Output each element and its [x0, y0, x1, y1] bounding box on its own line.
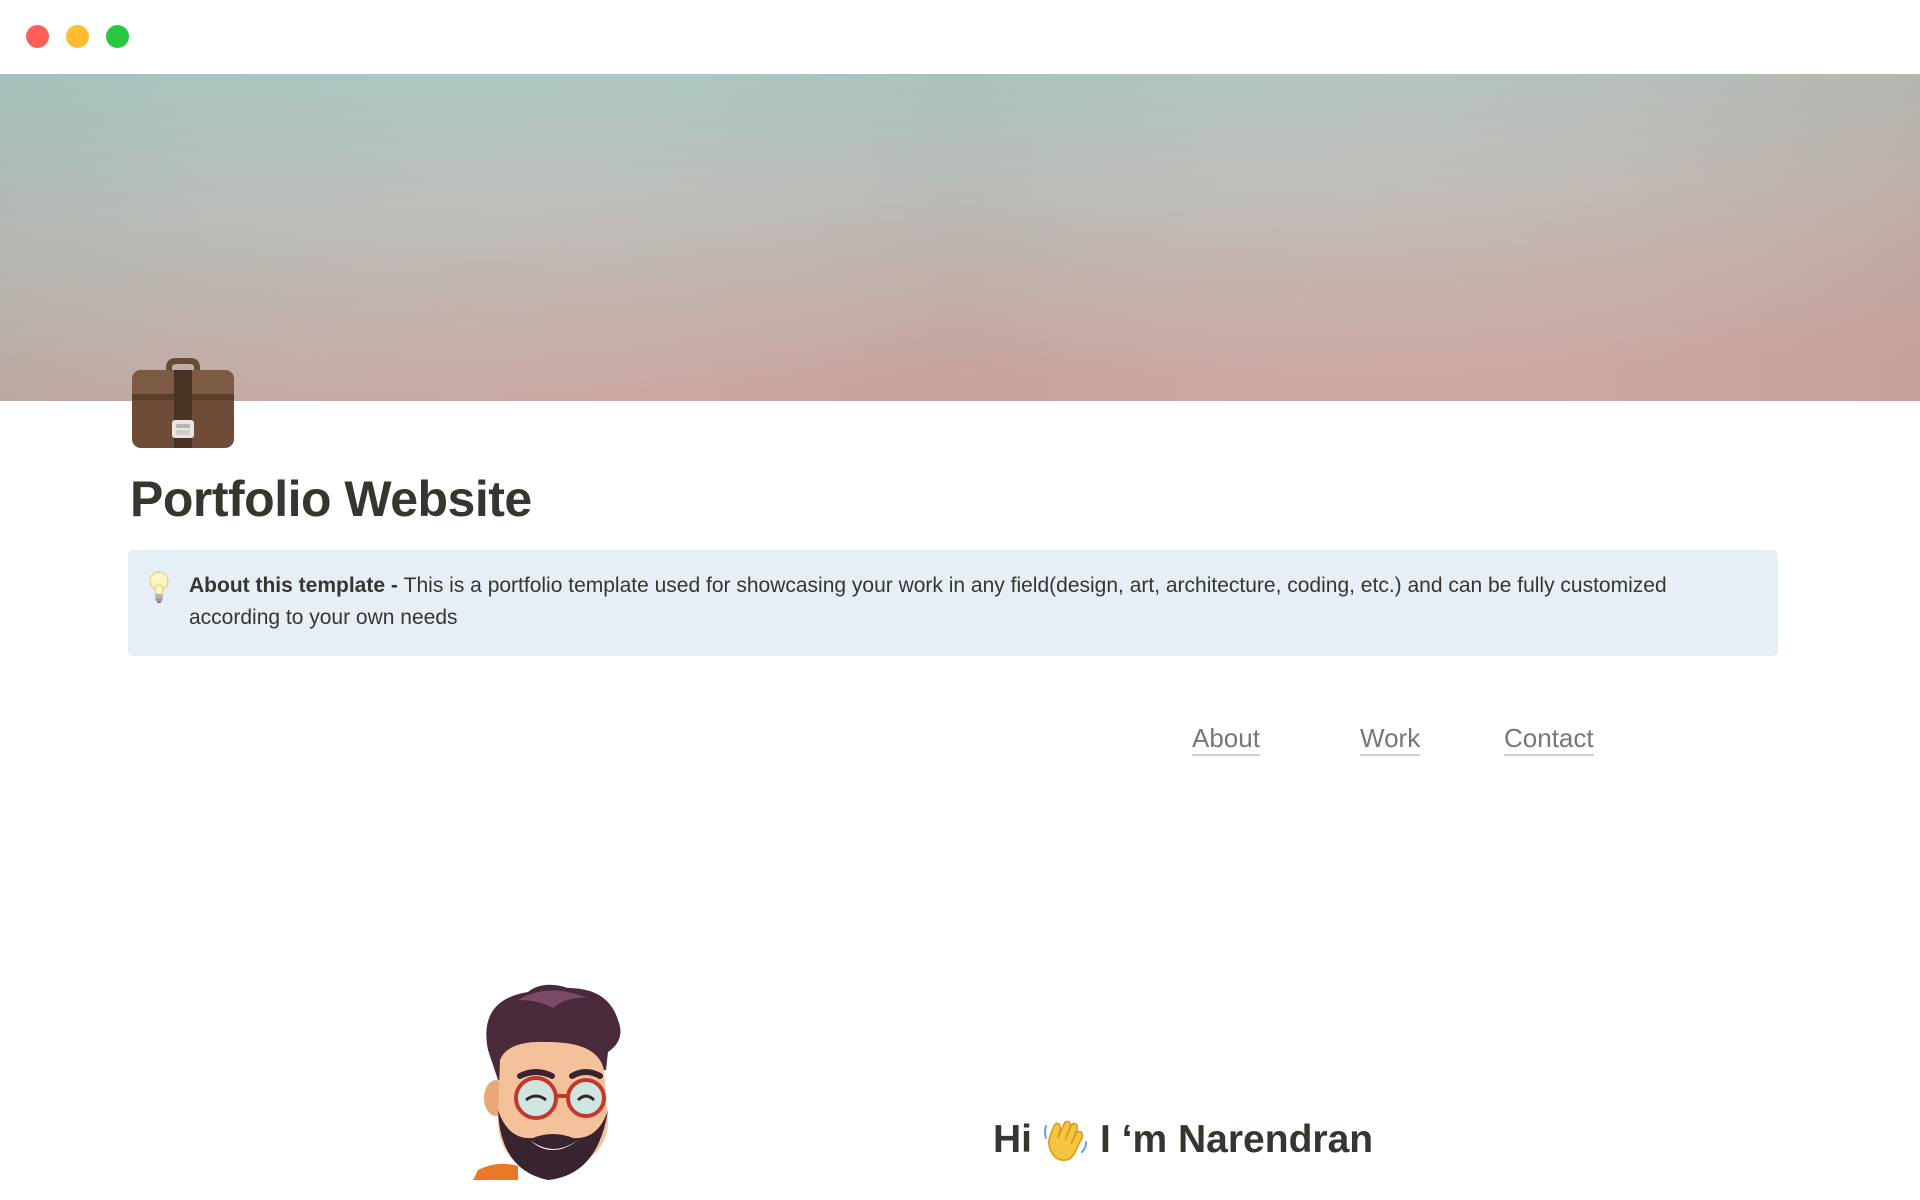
- greeting-prefix: Hi: [993, 1118, 1032, 1161]
- cover-image[interactable]: [0, 74, 1920, 401]
- callout-body: This is a portfolio template used for sh…: [189, 574, 1667, 629]
- title-bar: [0, 0, 1920, 74]
- hero-greeting[interactable]: Hi I ‘m Narendran: [993, 1118, 1373, 1162]
- greeting-name: I ‘m Narendran: [1100, 1118, 1374, 1161]
- page-title[interactable]: Portfolio Website: [130, 470, 532, 528]
- maximize-window-button[interactable]: [106, 25, 129, 48]
- minimize-window-button[interactable]: [66, 25, 89, 48]
- briefcase-icon[interactable]: [130, 354, 236, 450]
- avatar: [473, 984, 621, 1180]
- callout-text: About this template - This is a portfoli…: [189, 570, 1738, 634]
- nav-link-contact[interactable]: Contact: [1504, 722, 1594, 756]
- lightbulb-icon[interactable]: [148, 570, 170, 604]
- close-window-button[interactable]: [26, 25, 49, 48]
- app-window: Portfolio Website About this template - …: [0, 0, 1920, 1200]
- about-callout[interactable]: About this template - This is a portfoli…: [128, 550, 1778, 656]
- nav-link-about[interactable]: About: [1192, 722, 1260, 756]
- nav-link-work[interactable]: Work: [1360, 722, 1421, 756]
- waving-hand-icon: [1044, 1120, 1087, 1161]
- callout-heading: About this template -: [189, 574, 404, 597]
